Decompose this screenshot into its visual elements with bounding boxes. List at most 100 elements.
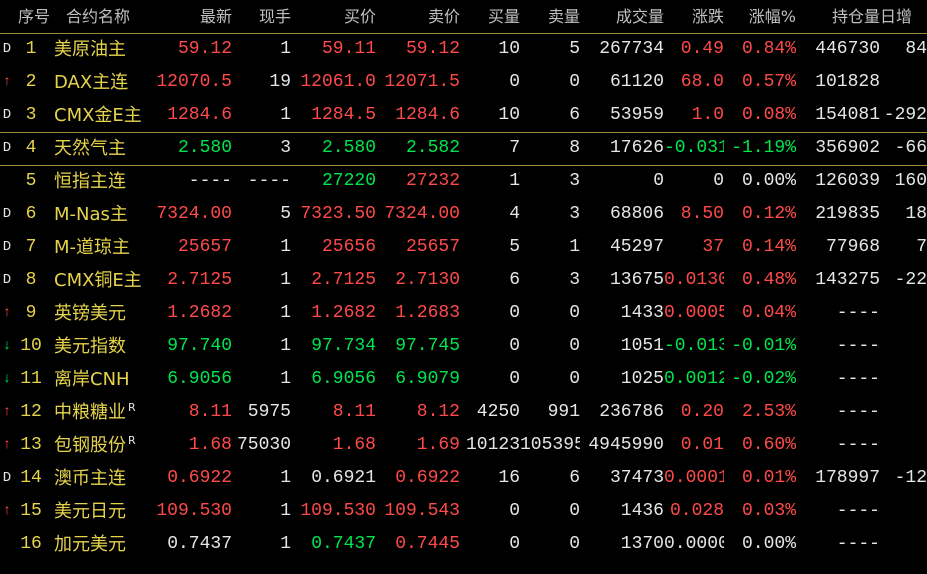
header-daily-increase[interactable]: 日增 [880,0,927,33]
cell-change-pct: 0.00% [724,165,796,198]
vol_hand-value: 1 [280,369,291,389]
name-value: 美元指数 [54,336,126,357]
header-bid[interactable]: 买价 [291,0,376,33]
table-row[interactable]: ↑ 9 英镑美元 1.2682 1 1.2682 1.2683 0 0 1433 0.0005 0.0… [0,297,927,330]
table-row[interactable]: D 4 天然气主 2.580 3 2.580 2.582 7 8 17626 -0.031 -1.19… [0,132,927,165]
oi-value: ---- [836,336,880,356]
arrow-up-icon: ↑ [2,404,12,420]
table-row[interactable]: 16 加元美元 0.7437 1 0.7437 0.7445 0 0 1370 0.0000 0.0… [0,528,927,561]
cell-oi: ---- [796,363,880,396]
cell-change-pct: 0.08% [724,99,796,132]
row-flag [0,528,14,561]
table-row[interactable]: ↑ 13 包钢股份 R 1.68 75030 1.68 1.69 10123 105395 4945… [0,429,927,462]
table-row[interactable]: D 3 CMX金E主 1284.6 1 1284.5 1284.6 10 6 53959 1.0 0.… [0,99,927,132]
cell-last: 59.12 [150,33,232,66]
seq-value: 14 [20,468,42,488]
bid_vol-value: 10 [498,105,520,125]
seq-value: 16 [20,534,42,554]
cell-volume: 1370 [580,528,664,561]
change_pct-value: 2.53% [741,402,796,422]
table-row[interactable]: ↑ 15 美元日元 109.530 1 109.530 109.543 0 0 1436 0.028… [0,495,927,528]
table-row[interactable]: ↓ 10 美元指数 97.740 1 97.734 97.745 0 0 1051 -0.013 -0… [0,330,927,363]
oi-value: 154081 [815,105,880,125]
change_pct-value: 0.48% [741,270,796,290]
table-row[interactable]: ↑ 12 中粮糖业 R 8.11 5975 8.11 8.12 4250 991 236786 0.2… [0,396,927,429]
last-value: 59.12 [177,39,232,59]
margin-flag: R [128,401,136,414]
header-bid-vol[interactable]: 买量 [460,0,520,33]
change_pct-value: 0.01% [741,468,796,488]
bid-value: 12061.0 [300,72,376,92]
table-row[interactable]: ↑ 2 DAX主连 12070.5 19 12061.0 12071.5 0 0 61120 68.… [0,66,927,99]
seq-value: 6 [25,204,37,224]
cell-bid-vol: 10 [460,99,520,132]
cell-daily: 18 [880,198,927,231]
arrow-down-icon: ↓ [2,371,12,387]
header-ask[interactable]: 卖价 [376,0,460,33]
bid_vol-value: 0 [509,303,520,323]
change_pct-value: 0.14% [741,237,796,257]
header-seq[interactable]: 序号 [18,0,58,33]
header-open-interest[interactable]: 持仓量 [796,0,880,33]
bid_vol-value: 0 [509,72,520,92]
cell-bid-vol: 1 [460,165,520,198]
bid-value: 7323.50 [300,204,376,224]
ask_vol-value: 0 [569,72,580,92]
table-row[interactable]: D 7 M-道琼主 25657 1 25656 25657 5 1 45297 37 0.14% 779… [0,231,927,264]
cell-last: 2.7125 [150,264,232,297]
ask-value: 59.12 [405,39,460,59]
table-row[interactable]: D 6 M-Nas主 7324.00 5 7323.50 7324.00 4 3 68806 8.5… [0,198,927,231]
last-value: 12070.5 [156,72,232,92]
cell-oi: 77968 [796,231,880,264]
seq-value: 9 [25,303,37,323]
arrow-down-icon: ↓ [2,338,12,354]
oi-value: 178997 [815,468,880,488]
change-value: 0.49 [680,39,724,59]
ask_vol-value: 991 [547,402,580,422]
last-value: 7324.00 [156,204,232,224]
cell-ask-vol: 8 [520,132,580,165]
seq-value: 3 [25,105,37,125]
cell-bid-vol: 0 [460,495,520,528]
table-row[interactable]: D 8 CMX铜E主 2.7125 1 2.7125 2.7130 6 3 13675 0.0130… [0,264,927,297]
header-name[interactable]: 合约名称 [66,0,156,33]
cell-oi: ---- [796,495,880,528]
vol_hand-value: 1 [280,39,291,59]
table-row[interactable]: D 14 澳币主连 0.6922 1 0.6921 0.6922 16 6 37473 0.0001… [0,462,927,495]
oi-value: 77968 [825,237,880,257]
seq-value: 5 [25,171,37,191]
cell-oi: 143275 [796,264,880,297]
cell-change-pct: -0.02% [724,363,796,396]
cell-change: 0.0005 [664,297,724,330]
daily-value: 18 [905,204,927,224]
header-change[interactable]: 涨跌 [664,0,724,33]
table-row[interactable]: 5 恒指主连 ---- ---- 27220 27232 1 3 0 0 0.00% 126039 16… [0,165,927,198]
header-hand[interactable]: 现手 [232,0,291,33]
cell-last: 109.530 [150,495,232,528]
cell-change: 0.0001 [664,462,724,495]
oi-value: 219835 [815,204,880,224]
header-ask-vol[interactable]: 卖量 [520,0,580,33]
cell-bid-vol: 6 [460,264,520,297]
daily-value: -12 [894,468,927,488]
bid-value: 1284.5 [311,105,376,125]
volume-value: 236786 [599,402,664,422]
cell-last: 1.2682 [150,297,232,330]
cell-change: 0.0130 [664,264,724,297]
header-volume[interactable]: 成交量 [580,0,664,33]
header-change-pct[interactable]: 涨幅% [724,0,796,33]
cell-daily [880,330,927,363]
seq-value: 2 [25,72,37,92]
table-row[interactable]: D 1 美原油主 59.12 1 59.11 59.12 10 5 267734 0.49 0.84%… [0,33,927,66]
cell-daily: -66 [880,132,927,165]
cell-ask-vol: 991 [520,396,580,429]
cell-last: 1284.6 [150,99,232,132]
cell-ask: 1.69 [376,429,460,462]
cell-change-pct: 0.48% [724,264,796,297]
cell-bid: 27220 [291,165,376,198]
header-last[interactable]: 最新 [150,0,232,33]
table-row[interactable]: ↓ 11 离岸CNH 6.9056 1 6.9056 6.9079 0 0 1025 0.0012-… [0,363,927,396]
cell-vol-hand: 1 [232,99,291,132]
change_pct-value: 0.03% [741,501,796,521]
cell-vol-hand: 1 [232,33,291,66]
